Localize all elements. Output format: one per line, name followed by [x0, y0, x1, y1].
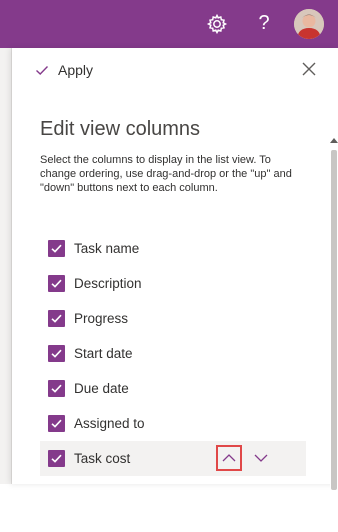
checkbox-checked[interactable] [48, 310, 65, 327]
column-label: Task cost [74, 451, 131, 466]
checkmark-icon [51, 279, 62, 288]
checkbox-checked[interactable] [48, 380, 65, 397]
checkbox-checked[interactable] [48, 450, 65, 467]
move-down-button[interactable] [248, 445, 274, 471]
chevron-down-icon [254, 454, 268, 462]
checkmark-icon [34, 62, 50, 78]
apply-label: Apply [58, 62, 94, 78]
column-list: Task name Description Progress Start dat… [40, 231, 306, 476]
checkbox-checked[interactable] [48, 275, 65, 292]
edit-view-columns-panel: Apply Edit view columns Select the colum… [12, 48, 338, 532]
column-label: Due date [74, 381, 129, 396]
move-up-button[interactable] [216, 445, 242, 471]
checkmark-icon [51, 384, 62, 393]
checkbox-checked[interactable] [48, 345, 65, 362]
column-row-assigned-to[interactable]: Assigned to [40, 406, 306, 441]
column-label: Assigned to [74, 416, 145, 431]
close-icon[interactable] [301, 61, 317, 77]
checkbox-checked[interactable] [48, 415, 65, 432]
panel-scrollbar[interactable] [330, 96, 338, 532]
checkbox-checked[interactable] [48, 240, 65, 257]
scroll-up-arrow-icon[interactable] [330, 136, 338, 144]
panel-description: Select the columns to display in the lis… [40, 154, 292, 194]
gear-icon[interactable] [205, 12, 229, 36]
apply-button[interactable]: Apply [34, 58, 93, 82]
column-row-task-cost[interactable]: Task cost [40, 441, 306, 476]
user-avatar[interactable] [294, 9, 324, 39]
column-row-task-name[interactable]: Task name [40, 231, 306, 266]
checkmark-icon [51, 419, 62, 428]
help-button[interactable]: ? [254, 10, 274, 36]
checkmark-icon [51, 349, 62, 358]
column-row-progress[interactable]: Progress [40, 301, 306, 336]
page-background [0, 48, 12, 484]
column-label: Progress [74, 311, 129, 326]
column-label: Task name [74, 241, 140, 256]
column-label: Start date [74, 346, 133, 361]
column-label: Description [74, 276, 142, 291]
scrollbar-thumb[interactable] [331, 150, 337, 490]
chevron-up-icon [222, 454, 236, 462]
column-row-due-date[interactable]: Due date [40, 371, 306, 406]
checkmark-icon [51, 244, 62, 253]
checkmark-icon [51, 454, 62, 463]
column-row-description[interactable]: Description [40, 266, 306, 301]
suite-header: ? [0, 0, 338, 48]
checkmark-icon [51, 314, 62, 323]
column-row-start-date[interactable]: Start date [40, 336, 306, 371]
panel-title: Edit view columns [40, 118, 201, 140]
